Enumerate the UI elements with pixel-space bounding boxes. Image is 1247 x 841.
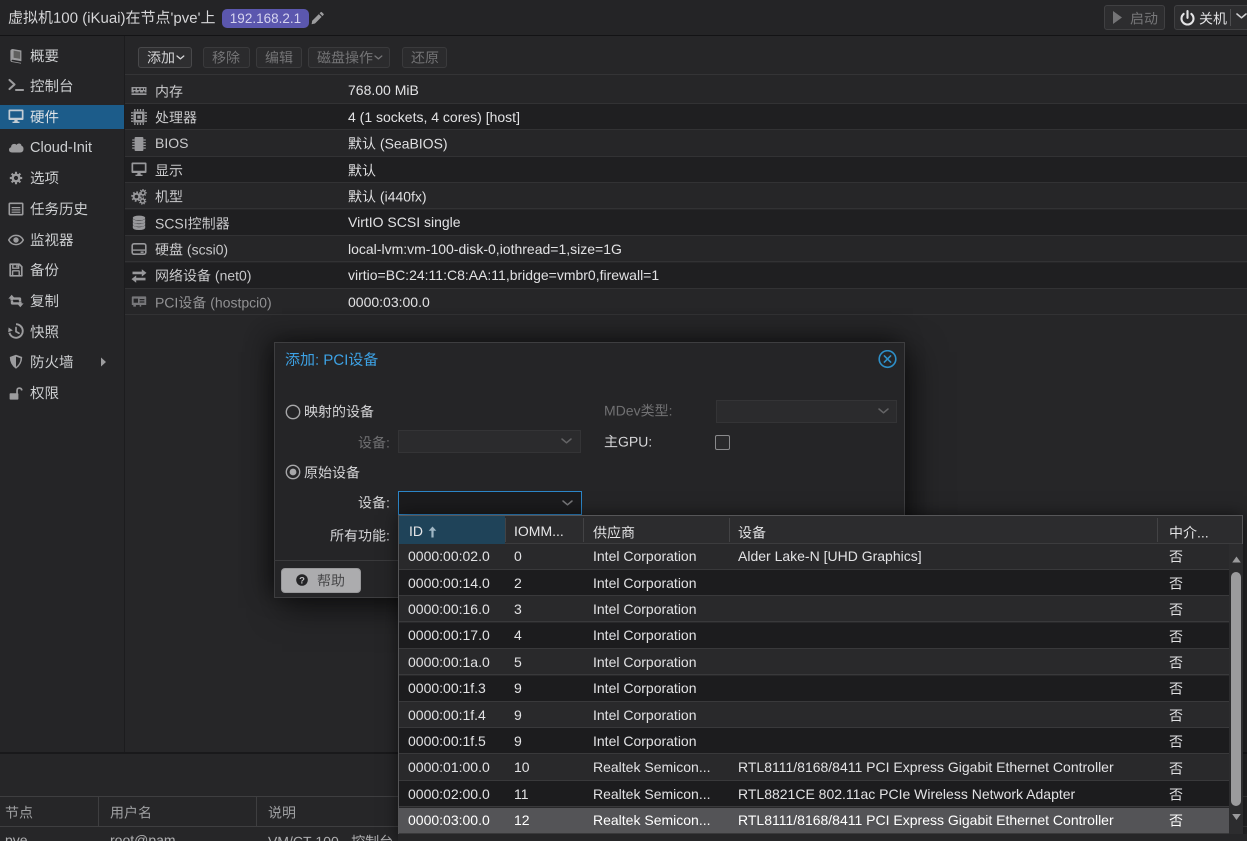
svg-text:?: ? — [299, 575, 305, 586]
